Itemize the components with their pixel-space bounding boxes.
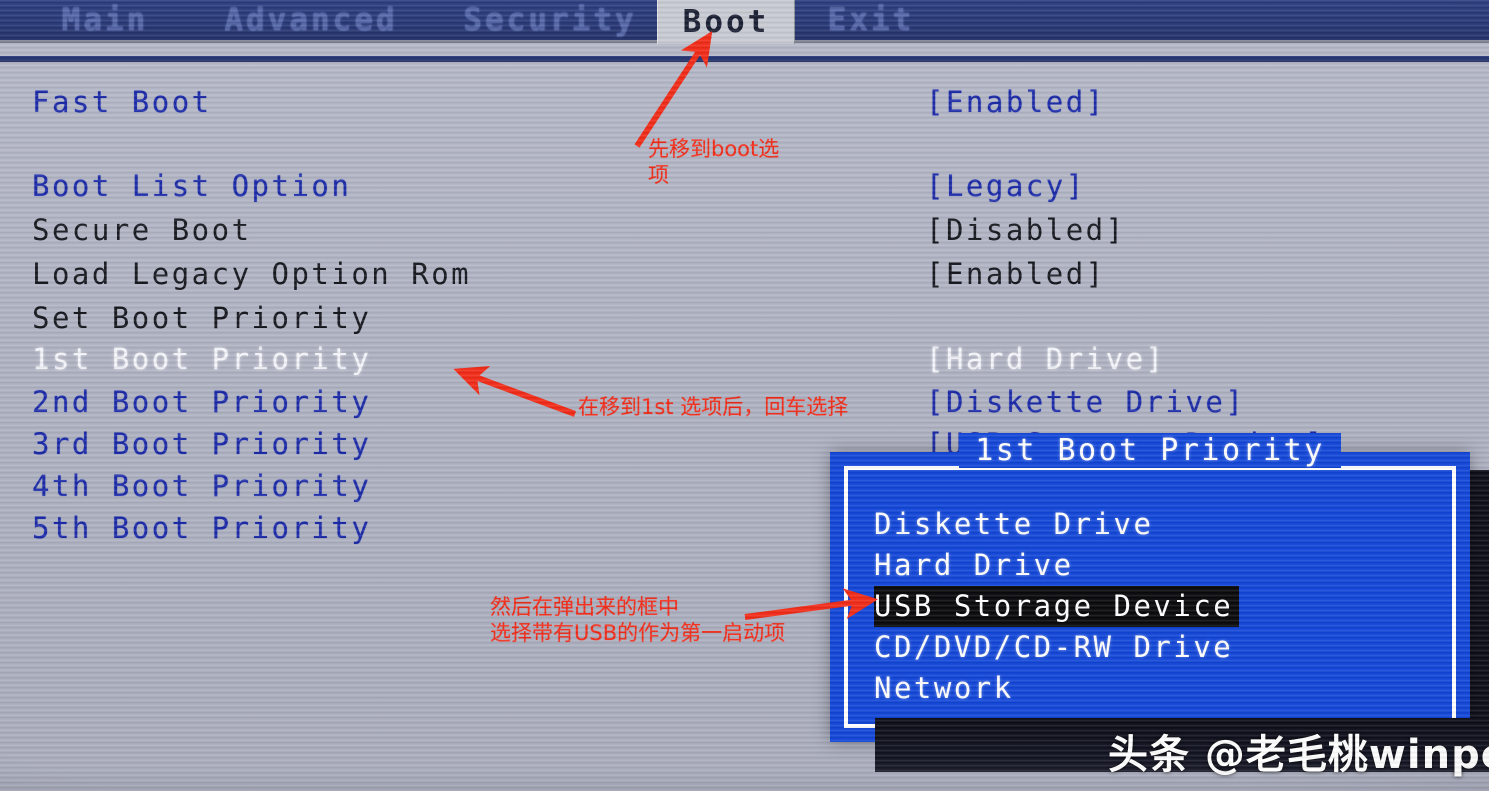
popup-option-list: Diskette Drive Hard Drive USB Storage De… (874, 504, 1442, 709)
setting-label-boot-list-option[interactable]: Boot List Option (32, 172, 351, 201)
setting-value-fast-boot[interactable]: [Enabled] (926, 88, 1106, 117)
popup-option-cd-dvd-cdrw-drive[interactable]: CD/DVD/CD-RW Drive (874, 627, 1233, 668)
setting-label-5th-boot-priority[interactable]: 5th Boot Priority (32, 514, 371, 543)
boot-priority-popup: 1st Boot Priority Diskette Drive Hard Dr… (830, 433, 1470, 742)
header-separator (0, 56, 1489, 62)
popup-option-usb-storage-device[interactable]: USB Storage Device (874, 586, 1240, 627)
annotation-press-enter-on-1st: 在移到1st 选项后，回车选择 (578, 395, 849, 419)
popup-option-row: USB Storage Device (874, 586, 1442, 627)
setting-label-fast-boot[interactable]: Fast Boot (32, 88, 212, 117)
setting-value-1st-boot-priority[interactable]: [Hard Drive] (926, 345, 1166, 374)
bios-setup-screen: Main Advanced Security Boot Exit Fast Bo… (0, 0, 1489, 791)
popup-option-diskette-drive[interactable]: Diskette Drive (874, 504, 1153, 545)
setting-label-load-legacy-option-rom[interactable]: Load Legacy Option Rom (32, 260, 471, 289)
tab-exit[interactable]: Exit (806, 0, 936, 40)
setting-label-3rd-boot-priority[interactable]: 3rd Boot Priority (32, 430, 371, 459)
popup-option-row: Network (874, 668, 1442, 709)
watermark: 头条 @老毛桃winpe (1108, 732, 1489, 778)
setting-value-2nd-boot-priority[interactable]: [Diskette Drive] (926, 388, 1245, 417)
setting-value-boot-list-option[interactable]: [Legacy] (926, 172, 1086, 201)
tab-security[interactable]: Security (440, 0, 660, 40)
setting-label-2nd-boot-priority[interactable]: 2nd Boot Priority (32, 388, 371, 417)
setting-label-secure-boot[interactable]: Secure Boot (32, 216, 252, 245)
setting-value-load-legacy-option-rom[interactable]: [Enabled] (926, 260, 1106, 289)
setting-label-1st-boot-priority[interactable]: 1st Boot Priority (32, 345, 371, 374)
bios-menu-bar: Main Advanced Security Boot Exit (0, 0, 1489, 44)
setting-label-set-boot-priority[interactable]: Set Boot Priority (32, 304, 371, 333)
popup-option-network[interactable]: Network (874, 668, 1014, 709)
popup-option-row: Hard Drive (874, 545, 1442, 586)
annotation-choose-usb-in-popup: 然后在弹出来的框中 选择带有USB的作为第一启动项 (490, 595, 786, 645)
annotation-move-to-boot-tab: 先移到boot选 项 (648, 137, 780, 187)
tab-boot[interactable]: Boot (657, 0, 795, 44)
tab-advanced[interactable]: Advanced (196, 0, 426, 40)
popup-option-row: Diskette Drive (874, 504, 1442, 545)
popup-option-hard-drive[interactable]: Hard Drive (874, 545, 1074, 586)
setting-label-4th-boot-priority[interactable]: 4th Boot Priority (32, 472, 371, 501)
tab-main[interactable]: Main (30, 0, 180, 40)
popup-option-row: CD/DVD/CD-RW Drive (874, 627, 1442, 668)
setting-value-secure-boot[interactable]: [Disabled] (926, 216, 1126, 245)
popup-title-text: 1st Boot Priority (959, 433, 1341, 468)
popup-title: 1st Boot Priority (830, 433, 1470, 468)
